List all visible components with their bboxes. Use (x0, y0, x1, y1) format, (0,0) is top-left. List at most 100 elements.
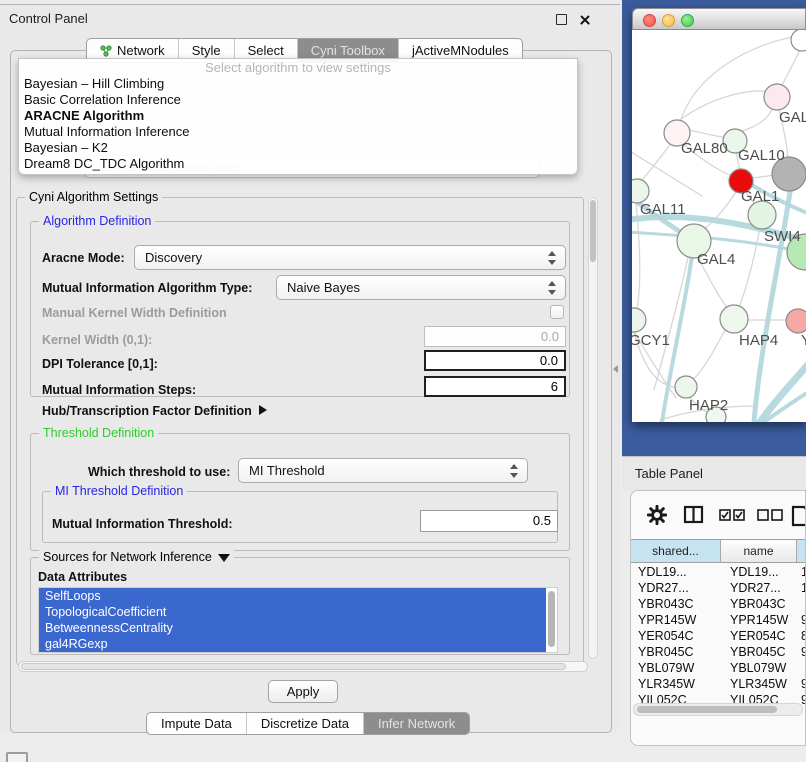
mi-threshold-field[interactable]: 0.5 (420, 510, 558, 532)
table-header-row: shared... name A (631, 539, 806, 563)
network-edge[interactable] (760, 360, 806, 422)
aracne-mode-combo[interactable]: Discovery (134, 245, 566, 270)
scrollbar-thumb[interactable] (590, 200, 596, 262)
tab-infer-network[interactable]: Infer Network (363, 713, 469, 734)
table-row[interactable]: YDR27...YDR27...12 (631, 580, 806, 596)
document-icon[interactable] (791, 505, 806, 527)
network-node[interactable] (764, 84, 790, 110)
node-label: GAL4 (697, 251, 735, 268)
network-node[interactable] (720, 305, 748, 333)
table-cell: YBR045C (721, 644, 797, 660)
control-panel-title: Control Panel (9, 11, 88, 26)
algorithm-option[interactable]: Basic Correlation Inference (19, 92, 577, 108)
column-header-name[interactable]: name (721, 540, 797, 562)
node-label: Y (801, 332, 806, 349)
table-cell: YLR345W (631, 676, 721, 692)
table-row[interactable]: YDL19...YDL19...13 (631, 564, 806, 580)
table-row[interactable]: YER054CYER054C8. (631, 628, 806, 644)
algorithm-option[interactable]: Dream8 DC_TDC Algorithm (19, 156, 577, 172)
data-attribute-item[interactable]: BetweennessCentrality (39, 620, 546, 636)
network-edge[interactable] (781, 48, 801, 87)
algorithm-option[interactable]: Mutual Information Inference (19, 124, 577, 140)
table-cell: YDL19... (631, 564, 721, 580)
node-label: GAL11 (640, 201, 686, 218)
bottom-tab-bar: Impute Data Discretize Data Infer Networ… (146, 712, 470, 735)
close-icon[interactable] (579, 14, 591, 26)
network-node[interactable] (786, 309, 806, 333)
aracne-mode-label: Aracne Mode: (42, 251, 125, 265)
network-node[interactable] (675, 376, 697, 398)
collapse-arrow-icon (218, 554, 230, 562)
network-view[interactable]: GAL7GAL80GAL10GAL1GAL11SWI4GAL4GCY1HAP4Y… (632, 30, 806, 422)
tab-discretize-data[interactable]: Discretize Data (246, 713, 363, 734)
kernel-width-field[interactable]: 0.0 (424, 326, 566, 347)
data-attributes-label: Data Attributes (38, 570, 127, 584)
minimize-traffic-light[interactable] (662, 14, 675, 27)
table-row[interactable]: YPR145WYPR145W9. (631, 612, 806, 628)
mi-algorithm-type-label: Mutual Information Algorithm Type: (42, 281, 252, 295)
table-row[interactable]: YBL079WYBL079W (631, 660, 806, 676)
network-window-titlebar[interactable] (632, 8, 806, 30)
data-attributes-list[interactable]: SelfLoopsTopologicalCoefficientBetweenne… (38, 587, 558, 653)
bottom-corner-button[interactable] (6, 752, 28, 762)
node-label: GAL10 (738, 147, 785, 164)
data-attribute-item[interactable]: TopologicalCoefficient (39, 604, 546, 620)
table-row[interactable]: YBR045CYBR045C9. (631, 644, 806, 660)
algorithm-option[interactable]: ARACNE Algorithm (19, 108, 577, 124)
scrollbar-thumb[interactable] (21, 663, 566, 670)
algorithm-dropdown-placeholder: Select algorithm to view settings (19, 59, 577, 76)
table-row[interactable]: YBR043CYBR043C (631, 596, 806, 612)
table-cell: YDR27... (631, 580, 721, 596)
network-edge[interactable] (677, 91, 772, 122)
panel-collapse-arrow-icon[interactable] (613, 365, 618, 373)
column-header-shared[interactable]: shared... (631, 540, 721, 562)
unchecked-checkboxes-icon[interactable] (757, 509, 783, 521)
which-threshold-label: Which threshold to use: (88, 465, 230, 479)
data-attribute-item[interactable]: gal4RGexp (39, 636, 546, 652)
algorithm-dropdown-list: Bayesian – Hill ClimbingBasic Correlatio… (19, 76, 577, 172)
data-attribute-item[interactable]: SelfLoops (39, 588, 546, 604)
table-row[interactable]: YLR345WYLR345W9. (631, 676, 806, 692)
scrollbar-thumb[interactable] (637, 706, 777, 713)
list-scrollbar-thumb[interactable] (548, 591, 555, 647)
network-edge[interactable] (640, 142, 672, 182)
dpi-tolerance-field[interactable]: 0.0 (424, 350, 566, 371)
network-svg: GAL7GAL80GAL10GAL1GAL11SWI4GAL4GCY1HAP4Y… (632, 30, 806, 422)
which-threshold-combo[interactable]: MI Threshold (238, 458, 528, 483)
mi-algorithm-type-combo[interactable]: Naive Bayes (276, 275, 566, 300)
float-window-icon[interactable] (556, 14, 567, 25)
tab-impute-data[interactable]: Impute Data (147, 713, 246, 734)
table-cell (797, 660, 806, 676)
table-cell: 8. (797, 628, 806, 644)
column-header-extra[interactable]: A (797, 540, 806, 562)
manual-kernel-width-checkbox[interactable] (550, 305, 564, 319)
network-node[interactable] (748, 201, 776, 229)
gear-icon[interactable] (647, 505, 667, 525)
close-traffic-light[interactable] (643, 14, 656, 27)
network-edge[interactable] (692, 328, 726, 380)
split-columns-icon[interactable] (683, 505, 705, 525)
network-view-window: GAL7GAL80GAL10GAL1GAL11SWI4GAL4GCY1HAP4Y… (632, 8, 806, 422)
network-edge[interactable] (689, 130, 728, 138)
table-cell: YDR27... (721, 580, 797, 596)
settings-horizontal-scrollbar[interactable] (18, 661, 588, 672)
mi-steps-field[interactable]: 6 (424, 376, 566, 397)
settings-vertical-scrollbar[interactable] (588, 197, 598, 659)
table-cell: YBR043C (631, 596, 721, 612)
apply-button[interactable]: Apply (268, 680, 338, 703)
network-node[interactable] (632, 308, 646, 332)
table-cell: 12 (797, 580, 806, 596)
table-horizontal-scrollbar[interactable] (633, 703, 803, 716)
network-edge[interactable] (752, 175, 773, 178)
network-edge[interactable] (739, 227, 760, 307)
zoom-traffic-light[interactable] (681, 14, 694, 27)
network-node[interactable] (791, 30, 806, 51)
stepper-icon (548, 281, 556, 295)
expander-arrow-icon (259, 405, 267, 415)
network-node[interactable] (632, 179, 649, 203)
checked-checkboxes-icon[interactable] (719, 509, 745, 521)
hub-definition-expander[interactable]: Hub/Transcription Factor Definition (42, 404, 267, 418)
mi-steps-label: Mutual Information Steps: (42, 383, 196, 397)
algorithm-option[interactable]: Bayesian – K2 (19, 140, 577, 156)
algorithm-option[interactable]: Bayesian – Hill Climbing (19, 76, 577, 92)
